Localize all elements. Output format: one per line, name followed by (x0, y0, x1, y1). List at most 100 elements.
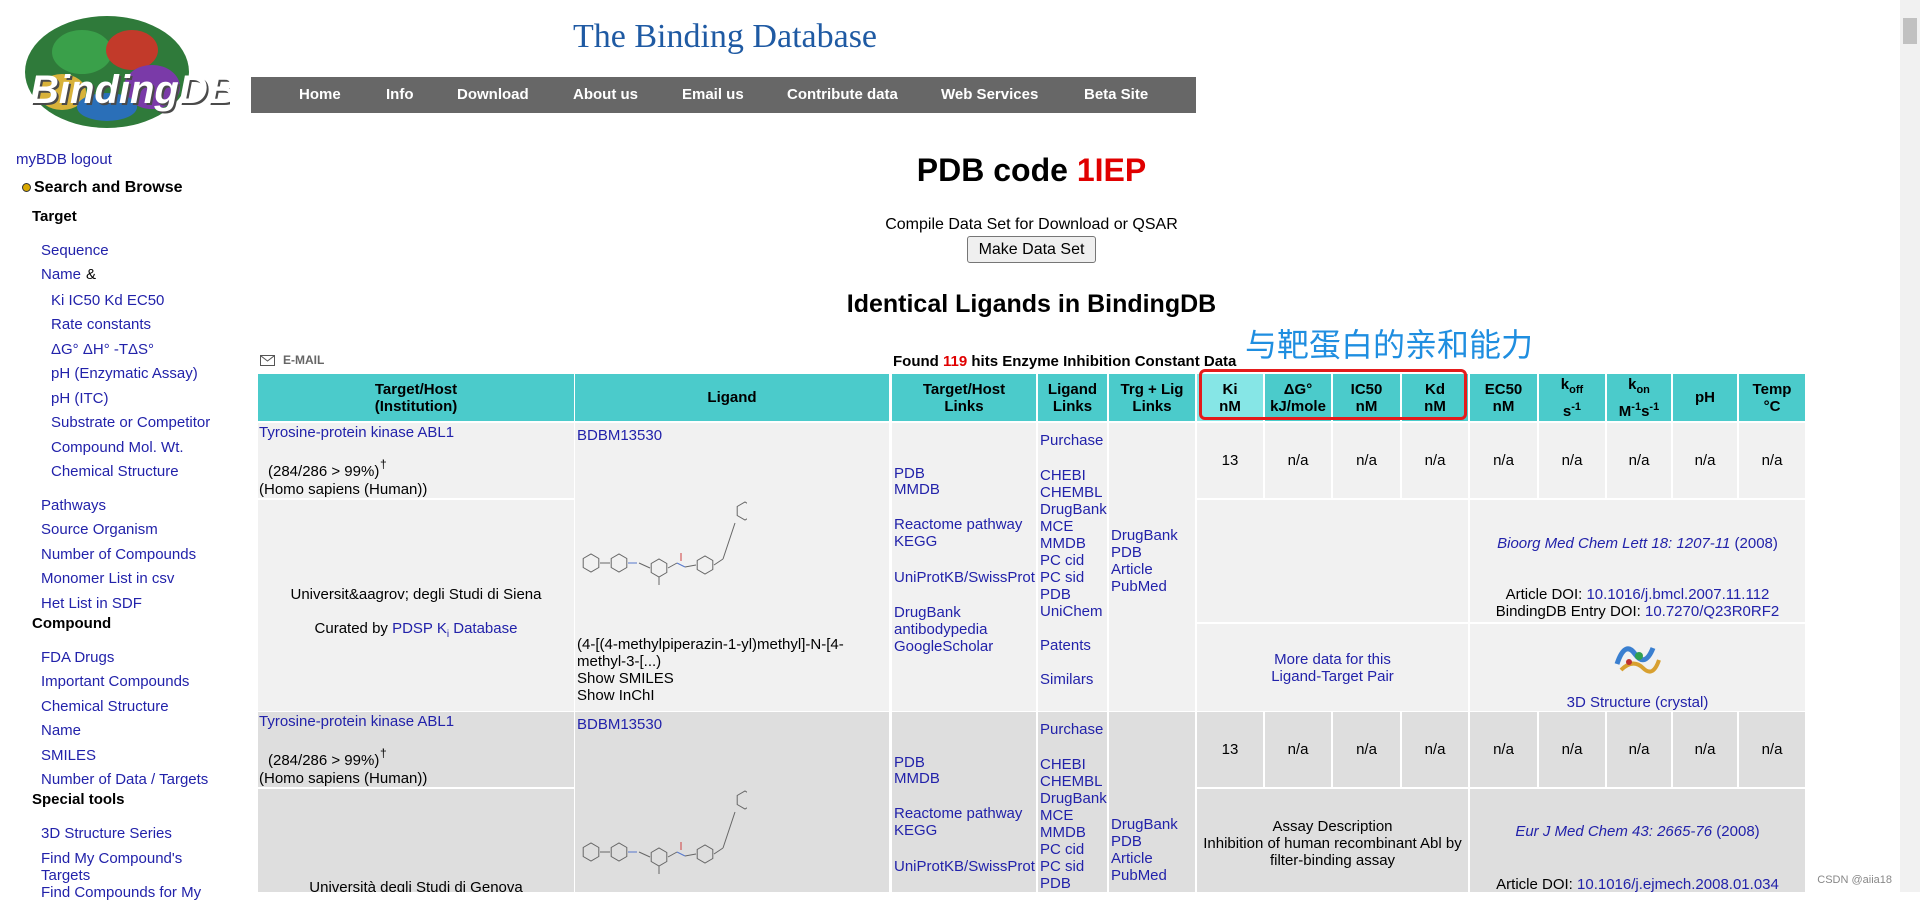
citation-vol[interactable]: 43: 2665-76 (1632, 823, 1712, 840)
citation-journal[interactable]: Bioorg Med Chem Lett (1497, 535, 1647, 552)
bindingdb-logo[interactable]: BindingDB BindingDB (12, 12, 230, 130)
target-host-link[interactable]: DrugBank (894, 604, 961, 621)
ligand-link[interactable]: CHEMBL (1040, 484, 1103, 501)
ligand-link[interactable]: MCE (1040, 807, 1073, 824)
ligand-link[interactable]: UniChem (1040, 603, 1103, 620)
sidebar-link[interactable]: FDA Drugs (41, 649, 114, 666)
target-host-link[interactable]: MMDB (894, 770, 940, 787)
trg-lig-link[interactable]: Article (1111, 561, 1153, 578)
show-inchi-link[interactable]: Show InChI (577, 687, 655, 704)
sidebar-link[interactable]: Find My Compound's (41, 850, 182, 867)
ligand-link[interactable]: PC sid (1040, 858, 1084, 875)
entry-doi-link[interactable]: 10.7270/Q23R0RF2 (1645, 603, 1779, 620)
target-host-link[interactable]: Reactome pathway (894, 805, 1022, 822)
citation-journal[interactable]: Eur J Med Chem (1515, 823, 1628, 840)
more-data-link[interactable]: More data for this (1197, 651, 1468, 668)
sidebar-link[interactable]: Number of Compounds (41, 546, 196, 563)
target-host-link[interactable]: PDB (894, 754, 925, 771)
email-link[interactable]: E-MAIL (260, 353, 324, 367)
citation-year[interactable]: (2008) (1735, 535, 1778, 552)
target-link[interactable]: Tyrosine-protein kinase ABL1 (259, 713, 454, 730)
sidebar-link[interactable]: pH (Enzymatic Assay) (51, 365, 198, 382)
ligand-link[interactable]: Purchase (1040, 432, 1103, 449)
ligand-link[interactable]: MCE (1040, 518, 1073, 535)
sidebar-link[interactable]: SMILES (41, 747, 96, 764)
nav-info[interactable]: Info (386, 86, 414, 103)
sidebar-link[interactable]: Name (41, 722, 81, 739)
show-smiles-link[interactable]: Show SMILES (577, 670, 674, 687)
trg-lig-link[interactable]: PubMed (1111, 578, 1167, 595)
sidebar-link[interactable]: ΔG° ΔH° -TΔS° (51, 341, 154, 358)
nav-beta-site[interactable]: Beta Site (1084, 86, 1148, 103)
target-host-link[interactable]: MMDB (894, 481, 940, 498)
sidebar-link[interactable]: Substrate or Competitor (51, 414, 210, 431)
citation[interactable]: Bioorg Med Chem Lett 18: 1207-11 (2008) (1470, 535, 1805, 552)
target-host-link[interactable]: GoogleScholar (894, 638, 993, 655)
sidebar-link[interactable]: Source Organism (41, 521, 158, 538)
nav-email-us[interactable]: Email us (682, 86, 744, 103)
scrollbar[interactable] (1900, 0, 1920, 892)
target-link[interactable]: Tyrosine-protein kinase ABL1 (259, 424, 454, 441)
citation[interactable]: Eur J Med Chem 43: 2665-76 (2008) (1470, 823, 1805, 840)
ligand-link[interactable]: PC cid (1040, 841, 1084, 858)
target-host-link[interactable]: UniProtKB/SwissProt (894, 569, 1035, 586)
sidebar-link[interactable]: Name (41, 266, 81, 283)
trg-lig-link[interactable]: PubMed (1111, 867, 1167, 884)
trg-lig-link[interactable]: DrugBank (1111, 527, 1178, 544)
sidebar-link[interactable]: Monomer List in csv (41, 570, 174, 587)
sidebar-link[interactable]: Find Compounds for My (41, 884, 201, 901)
sidebar-link[interactable]: Chemical Structure (51, 463, 179, 480)
sidebar-link[interactable]: Compound Mol. Wt. (51, 439, 184, 456)
nav-contribute-data[interactable]: Contribute data (787, 86, 898, 103)
sidebar-link[interactable]: Het List in SDF (41, 595, 142, 612)
target-host-link[interactable]: antibodypedia (894, 621, 987, 638)
nav-web-services[interactable]: Web Services (941, 86, 1038, 103)
ligand-link[interactable]: Purchase (1040, 721, 1103, 738)
target-host-link[interactable]: UniProtKB/SwissProt (894, 858, 1035, 875)
ligand-link[interactable]: MMDB (1040, 824, 1086, 841)
article-doi-link[interactable]: 10.1016/j.bmcl.2007.11.112 (1586, 586, 1769, 603)
ligand-link[interactable]: Patents (1040, 637, 1091, 654)
ligand-link[interactable]: Similars (1040, 671, 1093, 688)
target-host-link[interactable]: KEGG (894, 822, 937, 839)
sidebar-link[interactable]: Important Compounds (41, 673, 189, 690)
ligand-link[interactable]: DrugBank (1040, 790, 1107, 807)
more-data-link-2[interactable]: Ligand-Target Pair (1197, 668, 1468, 685)
target-host-link[interactable]: KEGG (894, 533, 937, 550)
ligand-link[interactable]: PDB (1040, 875, 1071, 892)
ligand-link[interactable]: PC sid (1040, 569, 1084, 586)
ligand-id-link[interactable]: BDBM13530 (577, 427, 662, 444)
ligand-link[interactable]: CHEBI (1040, 756, 1086, 773)
article-doi-link[interactable]: 10.1016/j.ejmech.2008.01.034 (1577, 876, 1779, 892)
trg-lig-link[interactable]: PDB (1111, 544, 1142, 561)
trg-lig-link[interactable]: PDB (1111, 833, 1142, 850)
ligand-link[interactable]: MMDB (1040, 535, 1086, 552)
sidebar-link[interactable]: Chemical Structure (41, 698, 169, 715)
scrollbar-thumb[interactable] (1903, 18, 1917, 44)
citation-year[interactable]: (2008) (1716, 823, 1759, 840)
trg-lig-link[interactable]: DrugBank (1111, 816, 1178, 833)
sidebar-link[interactable]: 3D Structure Series (41, 825, 172, 842)
sidebar-link[interactable]: Number of Data / Targets (41, 771, 208, 788)
nav-about-us[interactable]: About us (573, 86, 638, 103)
ligand-link[interactable]: CHEBI (1040, 467, 1086, 484)
ligand-link[interactable]: DrugBank (1040, 501, 1107, 518)
ligand-link[interactable]: PC cid (1040, 552, 1084, 569)
trg-lig-link[interactable]: Article (1111, 850, 1153, 867)
target-host-link[interactable]: Reactome pathway (894, 516, 1022, 533)
sidebar-link[interactable]: pH (ITC) (51, 390, 109, 407)
ligand-id-link[interactable]: BDBM13530 (577, 716, 662, 733)
target-host-link[interactable]: PDB (894, 465, 925, 482)
sidebar-link[interactable]: Pathways (41, 497, 106, 514)
sidebar-link[interactable]: Targets (41, 867, 90, 884)
protein-structure-icon[interactable] (1613, 634, 1663, 676)
citation-vol[interactable]: 18: 1207-11 (1651, 535, 1730, 552)
nav-download[interactable]: Download (457, 86, 529, 103)
make-data-set-button[interactable]: Make Data Set (967, 236, 1096, 263)
sidebar-link[interactable]: Sequence (41, 242, 109, 259)
pdsp-ki-link[interactable]: PDSP Ki Database (392, 620, 517, 640)
ligand-link[interactable]: CHEMBL (1040, 773, 1103, 790)
structure-link[interactable]: 3D Structure (crystal) (1470, 694, 1805, 711)
nav-home[interactable]: Home (299, 86, 341, 103)
ligand-link[interactable]: PDB (1040, 586, 1071, 603)
